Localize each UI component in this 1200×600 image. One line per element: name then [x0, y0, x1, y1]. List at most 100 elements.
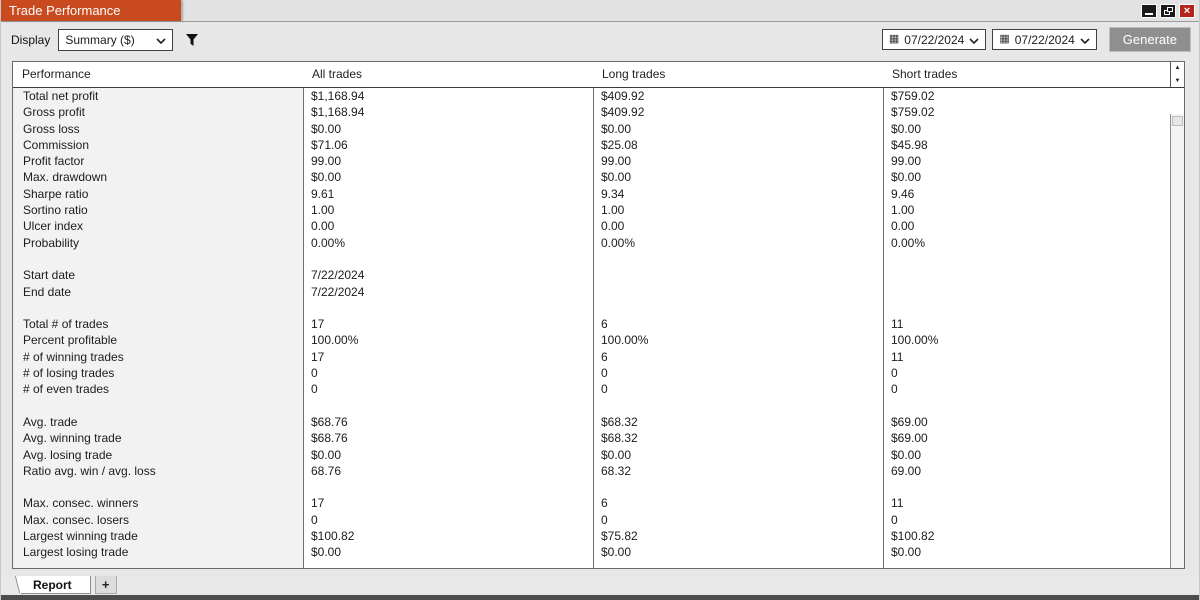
table-cell-long: [593, 267, 883, 283]
table-cell-short: $45.98: [891, 137, 928, 152]
table-row[interactable]: Sharpe ratio 9.61 9.34 9.46: [13, 186, 1184, 202]
table-cell-long: 0: [601, 512, 608, 527]
table-cell-all: $71.06: [311, 137, 348, 152]
column-header-performance[interactable]: Performance: [13, 62, 303, 87]
table-row[interactable]: [13, 398, 1184, 414]
table-cell-all: $100.82: [311, 529, 355, 544]
add-tab-button[interactable]: +: [94, 576, 117, 594]
table-row[interactable]: Avg. winning trade $68.76 $68.32 $69.00: [13, 430, 1184, 446]
table-row[interactable]: [13, 479, 1184, 495]
column-header-long-trades[interactable]: Long trades: [593, 62, 883, 87]
table-cell-all: 7/22/2024: [311, 284, 365, 299]
vertical-scrollbar[interactable]: [1170, 114, 1184, 568]
table-cell-short: [883, 300, 1184, 316]
minimize-button[interactable]: [1141, 3, 1157, 18]
table-row[interactable]: Gross loss $0.00 $0.00 $0.00: [13, 121, 1184, 137]
table-row[interactable]: Commission $71.06 $25.08 $45.98: [13, 137, 1184, 153]
table-body: Total net profit $1,168.94 $409.92 $759.02 G…: [13, 88, 1184, 561]
table-row[interactable]: Profit factor 99.00 99.00 99.00: [13, 153, 1184, 169]
table-cell-short: 0.00%: [891, 235, 926, 250]
table-cell-label: Avg. trade: [23, 414, 78, 429]
table-row[interactable]: [13, 300, 1184, 316]
table-cell-all: 0: [311, 382, 318, 397]
restore-button[interactable]: [1160, 3, 1176, 18]
table-cell-label: Probability: [23, 235, 80, 250]
end-date-value: 07/22/2024: [1014, 32, 1075, 47]
scroll-down-button[interactable]: ▼: [1171, 74, 1184, 87]
table-cell-short: [883, 479, 1184, 495]
table-cell-all: 17: [311, 317, 325, 332]
chevron-down-icon: [156, 33, 166, 47]
table-cell-long: 0.00%: [601, 235, 636, 250]
table-cell-short: 99.00: [891, 154, 922, 169]
end-date-picker[interactable]: ▦ 07/22/2024: [992, 29, 1097, 50]
table-cell-label: Avg. winning trade: [23, 431, 122, 446]
column-header-all-trades[interactable]: All trades: [303, 62, 593, 87]
table-body-area: Total net profit $1,168.94 $409.92 $759.02 G…: [13, 88, 1184, 568]
table-cell-long: [593, 300, 883, 316]
table-cell-label: Ratio avg. win / avg. loss: [23, 463, 156, 478]
scrollbar-thumb[interactable]: [1172, 116, 1183, 126]
window-title-tab[interactable]: Trade Performance: [1, 0, 181, 21]
column-header-short-trades[interactable]: Short trades: [883, 62, 1170, 87]
table-cell-all: $0.00: [311, 545, 342, 560]
table-cell-label: Total # of trades: [23, 317, 109, 332]
table-cell-long: $25.08: [601, 137, 638, 152]
table-row[interactable]: Avg. losing trade $0.00 $0.00 $0.00: [13, 447, 1184, 463]
table-cell-label: Ulcer index: [23, 219, 84, 234]
table-row[interactable]: Percent profitable 100.00% 100.00% 100.00%: [13, 332, 1184, 348]
close-button[interactable]: ×: [1179, 3, 1195, 18]
toolbar: Display Summary ($) ▦ 07/22/2024 ▦ 07/22…: [1, 22, 1199, 57]
table-cell-long: [593, 251, 883, 267]
table-row[interactable]: Max. drawdown $0.00 $0.00 $0.00: [13, 169, 1184, 185]
table-cell-long: $68.32: [601, 431, 638, 446]
display-select[interactable]: Summary ($): [58, 28, 174, 51]
table-cell-label: [13, 398, 303, 414]
table-cell-short: 11: [891, 496, 904, 511]
table-row[interactable]: Largest winning trade $100.82 $75.82 $100.8…: [13, 528, 1184, 544]
table-row[interactable]: Avg. trade $68.76 $68.32 $69.00: [13, 414, 1184, 430]
table-cell-long: 6: [601, 496, 608, 511]
generate-button[interactable]: Generate: [1108, 27, 1191, 52]
table-row[interactable]: Max. consec. losers 0 0 0: [13, 512, 1184, 528]
table-cell-long: $68.32: [601, 414, 638, 429]
chevron-down-icon: [969, 33, 979, 47]
table-cell-label: Avg. losing trade: [23, 447, 113, 462]
table-cell-all: $0.00: [311, 447, 342, 462]
table-cell-all: 100.00%: [311, 333, 359, 348]
table-row[interactable]: Start date 7/22/2024: [13, 267, 1184, 283]
table-row[interactable]: Ulcer index 0.00 0.00 0.00: [13, 218, 1184, 234]
table-row[interactable]: Probability 0.00% 0.00% 0.00%: [13, 235, 1184, 251]
table-cell-all: [303, 251, 593, 267]
table-row[interactable]: Total # of trades 17 6 11: [13, 316, 1184, 332]
table-cell-all: 17: [311, 496, 325, 511]
table-row[interactable]: Largest losing trade $0.00 $0.00 $0.00: [13, 544, 1184, 560]
table-cell-all: $68.76: [311, 414, 348, 429]
table-row[interactable]: End date 7/22/2024: [13, 284, 1184, 300]
table-cell-label: [13, 479, 303, 495]
table-row[interactable]: Max. consec. winners 17 6 11: [13, 495, 1184, 511]
table-cell-label: [13, 300, 303, 316]
table-cell-long: 99.00: [601, 154, 632, 169]
table-cell-label: End date: [23, 284, 72, 299]
table-row[interactable]: Sortino ratio 1.00 1.00 1.00: [13, 202, 1184, 218]
table-cell-label: Max. consec. winners: [23, 496, 139, 511]
table-row[interactable]: Gross profit $1,168.94 $409.92 $759.02: [13, 104, 1184, 120]
table-row[interactable]: # of losing trades 0 0 0: [13, 365, 1184, 381]
table-cell-short: 9.46: [891, 186, 915, 201]
tab-report[interactable]: Report: [21, 576, 91, 594]
table-row[interactable]: Total net profit $1,168.94 $409.92 $759.02: [13, 88, 1184, 104]
table-row[interactable]: [13, 251, 1184, 267]
table-row[interactable]: # of winning trades 17 6 11: [13, 349, 1184, 365]
start-date-picker[interactable]: ▦ 07/22/2024: [881, 29, 987, 50]
filter-button[interactable]: [185, 33, 199, 47]
window-controls: ×: [1141, 0, 1199, 21]
table-cell-long: 1.00: [601, 203, 625, 218]
scroll-up-button[interactable]: ▲: [1171, 62, 1184, 75]
table-cell-all: $1,168.94: [311, 105, 365, 120]
table-cell-label: # of winning trades: [23, 349, 124, 364]
table-cell-short: 69.00: [891, 463, 922, 478]
table-cell-label: Percent profitable: [23, 333, 118, 348]
table-row[interactable]: # of even trades 0 0 0: [13, 381, 1184, 397]
table-row[interactable]: Ratio avg. win / avg. loss 68.76 68.32 69.0…: [13, 463, 1184, 479]
